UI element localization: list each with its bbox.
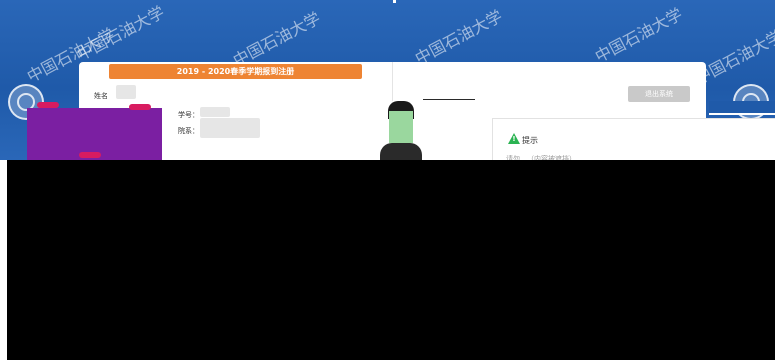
warning-exclamation: ! (512, 135, 516, 143)
department-label: 院系： (178, 127, 199, 135)
watermark-text: 中国石油大学 (591, 4, 686, 67)
decoration (79, 152, 101, 158)
department-value-redacted (200, 118, 260, 138)
name-value-redacted (116, 85, 136, 99)
decoration (129, 104, 151, 110)
name-label: 姓名 (94, 92, 108, 100)
divider-line (423, 99, 475, 100)
redaction-mask (7, 160, 775, 360)
student-id-value-redacted (200, 107, 230, 117)
redacted-overlay (27, 102, 162, 160)
banner-dot (393, 0, 396, 3)
photo-face-redacted (389, 111, 413, 143)
decoration (37, 102, 59, 108)
student-photo (376, 101, 426, 160)
dialog-title: 提示 (522, 136, 538, 145)
term-title-bar: 2019 - 2020春季学期报到注册 (109, 64, 362, 79)
student-id-label: 学号： (178, 111, 199, 119)
header-strip (709, 101, 775, 115)
logout-button[interactable]: 退出系统 (628, 86, 690, 102)
watermark-text: 中国石油大学 (411, 6, 506, 69)
photo-body (380, 143, 422, 160)
